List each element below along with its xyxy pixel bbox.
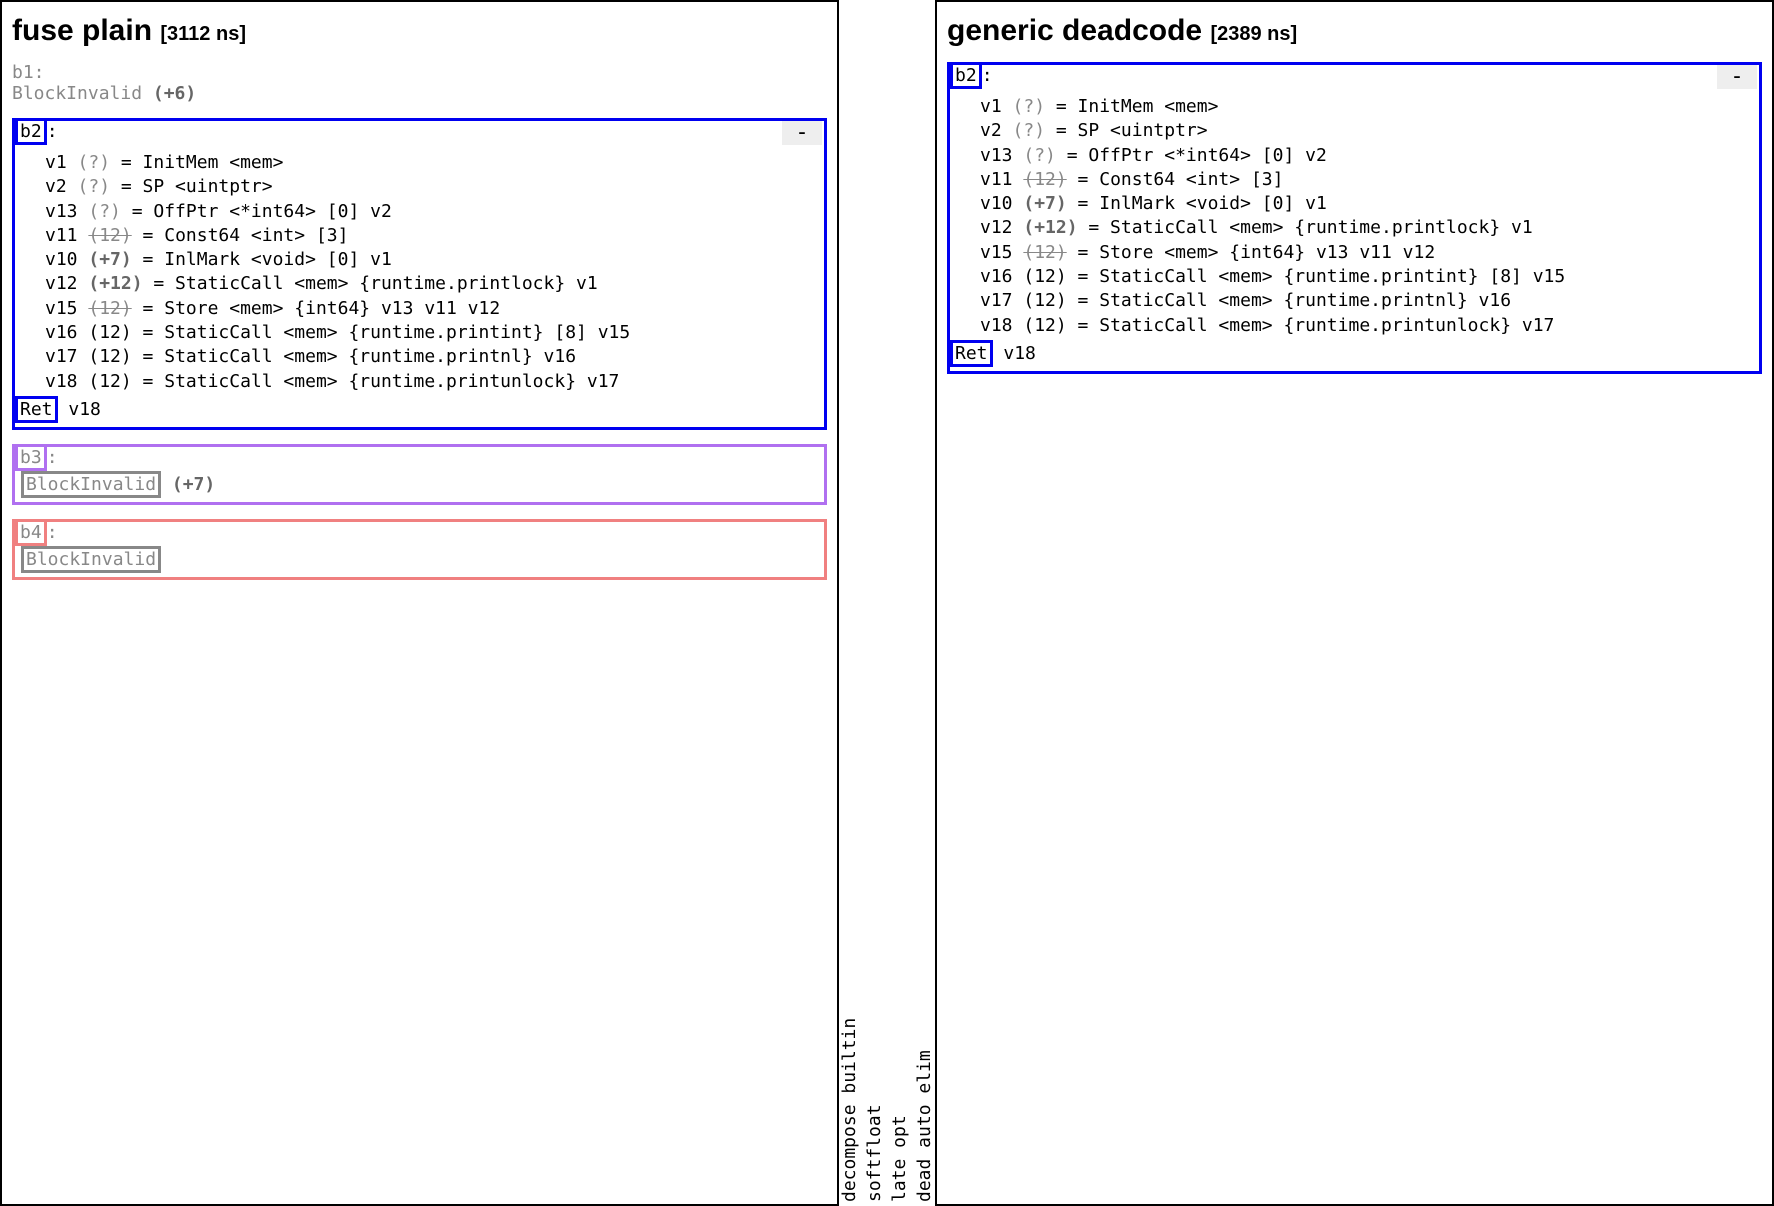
block-terminator: Ret v18 — [21, 396, 818, 423]
line-hint: (12) — [88, 371, 131, 392]
line-hint: (+7) — [1023, 193, 1066, 214]
right-title: generic deadcode [2389 ns] — [947, 14, 1762, 48]
pass-tab[interactable]: dead auto elim — [914, 0, 935, 1206]
line-hint: (12) — [88, 346, 131, 367]
collapse-button[interactable]: - — [782, 121, 822, 145]
ssa-op: v1 (?) = InitMem <mem> — [980, 95, 1753, 119]
pass-tab[interactable]: late opt — [889, 0, 910, 1206]
line-hint: (?) — [88, 201, 121, 222]
ssa-op: v11 (12) = Const64 <int> [3] — [980, 168, 1753, 192]
ssa-op: v12 (+12) = StaticCall <mem> {runtime.pr… — [980, 216, 1753, 240]
ssa-op: v10 (+7) = InlMark <void> [0] v1 — [45, 248, 818, 272]
block-label[interactable]: b4 — [15, 519, 47, 546]
ssa-op: v16 (12) = StaticCall <mem> {runtime.pri… — [45, 321, 818, 345]
line-hint: (12) — [88, 298, 131, 319]
ssa-block: b1:BlockInvalid (+6) — [12, 62, 827, 104]
line-hint: (12) — [1023, 242, 1066, 263]
ops-list: v1 (?) = InitMem <mem>v2 (?) = SP <uintp… — [956, 95, 1753, 338]
block-terminator: Ret v18 — [956, 340, 1753, 367]
line-hint: (?) — [1023, 145, 1056, 166]
block-label[interactable]: b2 — [950, 62, 982, 89]
collapse-button[interactable]: - — [1717, 65, 1757, 89]
line-hint: (12) — [1023, 315, 1066, 336]
ssa-op: v17 (12) = StaticCall <mem> {runtime.pri… — [45, 345, 818, 369]
ssa-op: v18 (12) = StaticCall <mem> {runtime.pri… — [980, 314, 1753, 338]
line-hint: (?) — [1013, 120, 1046, 141]
ssa-block: b2:-v1 (?) = InitMem <mem>v2 (?) = SP <u… — [12, 118, 827, 430]
block-invalid: BlockInvalid (+7) — [21, 471, 818, 498]
line-hint: (12) — [1023, 266, 1066, 287]
pass-tab[interactable]: decompose builtin — [839, 0, 860, 1206]
ssa-op: v18 (12) = StaticCall <mem> {runtime.pri… — [45, 370, 818, 394]
left-pane: fuse plain [3112 ns] b1:BlockInvalid (+6… — [0, 0, 839, 1206]
pass-name: fuse plain — [12, 14, 152, 47]
ssa-op: v15 (12) = Store <mem> {int64} v13 v11 v… — [45, 297, 818, 321]
ssa-block: b3:BlockInvalid (+7) — [12, 444, 827, 505]
pass-tabs: decompose builtinsoftfloatlate optdead a… — [839, 0, 935, 1206]
pass-name: generic deadcode — [947, 14, 1202, 47]
ssa-op: v16 (12) = StaticCall <mem> {runtime.pri… — [980, 265, 1753, 289]
ops-list: v1 (?) = InitMem <mem>v2 (?) = SP <uintp… — [21, 151, 818, 394]
ssa-block: b2:-v1 (?) = InitMem <mem>v2 (?) = SP <u… — [947, 62, 1762, 374]
ssa-op: v15 (12) = Store <mem> {int64} v13 v11 v… — [980, 241, 1753, 265]
right-pane: generic deadcode [2389 ns] b2:-v1 (?) = … — [935, 0, 1774, 1206]
ssa-op: v2 (?) = SP <uintptr> — [45, 175, 818, 199]
pass-tab[interactable]: softfloat — [864, 0, 885, 1206]
line-hint: (+7) — [88, 249, 131, 270]
block-invalid: BlockInvalid — [21, 546, 818, 573]
line-hint: (+12) — [1023, 217, 1077, 238]
line-hint: (?) — [1013, 96, 1046, 117]
block-label[interactable]: b1: — [12, 62, 45, 83]
ssa-op: v11 (12) = Const64 <int> [3] — [45, 224, 818, 248]
line-hint: (12) — [88, 322, 131, 343]
pass-timing: [2389 ns] — [1210, 23, 1297, 45]
block-label[interactable]: b2 — [15, 118, 47, 145]
ssa-block: b4:BlockInvalid — [12, 519, 827, 580]
ssa-op: v12 (+12) = StaticCall <mem> {runtime.pr… — [45, 272, 818, 296]
ssa-op: v13 (?) = OffPtr <*int64> [0] v2 — [45, 200, 818, 224]
ssa-op: v17 (12) = StaticCall <mem> {runtime.pri… — [980, 289, 1753, 313]
line-hint: (12) — [88, 225, 131, 246]
left-title: fuse plain [3112 ns] — [12, 14, 827, 48]
line-hint: (+12) — [88, 273, 142, 294]
line-hint: (?) — [78, 176, 111, 197]
block-label[interactable]: b3 — [15, 444, 47, 471]
pass-timing: [3112 ns] — [160, 23, 246, 45]
ssa-op: v13 (?) = OffPtr <*int64> [0] v2 — [980, 144, 1753, 168]
line-hint: (12) — [1023, 290, 1066, 311]
line-hint: (?) — [78, 152, 111, 173]
line-hint: (12) — [1023, 169, 1066, 190]
block-invalid: BlockInvalid (+6) — [12, 83, 827, 104]
ssa-op: v10 (+7) = InlMark <void> [0] v1 — [980, 192, 1753, 216]
ssa-op: v1 (?) = InitMem <mem> — [45, 151, 818, 175]
ssa-op: v2 (?) = SP <uintptr> — [980, 119, 1753, 143]
